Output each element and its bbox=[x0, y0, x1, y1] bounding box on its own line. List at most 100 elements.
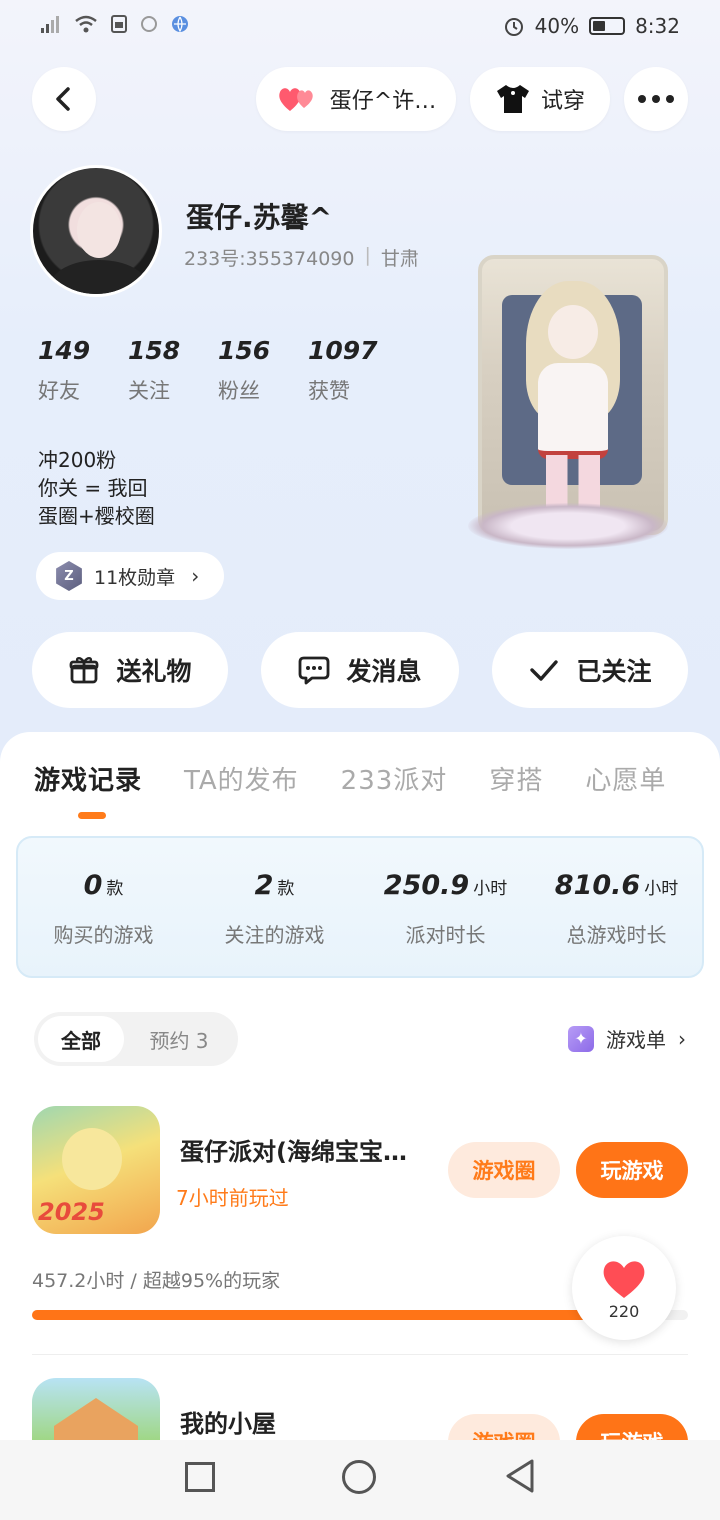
tab-posts[interactable]: TA的发布 bbox=[184, 760, 299, 797]
like-button[interactable]: 220 bbox=[572, 1236, 676, 1340]
stat-label: 关注 bbox=[128, 379, 170, 403]
summary-label: 派对时长 bbox=[405, 923, 486, 947]
double-heart-icon bbox=[279, 88, 313, 111]
summary-label: 总游戏时长 bbox=[566, 923, 667, 947]
summary-label: 关注的游戏 bbox=[224, 923, 325, 947]
chevron-right-icon: › bbox=[678, 1026, 686, 1051]
game-title[interactable]: 我的小屋 bbox=[180, 1404, 450, 1439]
system-navigation-bar bbox=[0, 1440, 720, 1520]
recent-apps-button[interactable] bbox=[185, 1462, 215, 1492]
chevron-left-icon bbox=[56, 87, 70, 111]
summary-label: 购买的游戏 bbox=[53, 923, 154, 947]
medal-icon: Z bbox=[56, 561, 82, 591]
nickname: 蛋仔.苏馨^ bbox=[186, 201, 333, 234]
notification-icon bbox=[141, 16, 157, 32]
stat-value: 156 bbox=[218, 336, 271, 365]
user-region: 甘肃 bbox=[380, 248, 419, 270]
send-message-label: 发消息 bbox=[346, 657, 422, 686]
bio-line: 你关 = 我回 bbox=[38, 476, 148, 500]
summary-value: 250.9 bbox=[383, 870, 470, 901]
avatar-body bbox=[51, 260, 147, 294]
filter-reserve[interactable]: 预约 3 bbox=[124, 1016, 234, 1062]
tab-game-records[interactable]: 游戏记录 bbox=[34, 760, 142, 797]
back-button[interactable] bbox=[32, 67, 96, 131]
followed-button[interactable]: 已关注 bbox=[492, 632, 688, 708]
tab-party[interactable]: 233派对 bbox=[341, 760, 448, 797]
medal-label: 11枚勋章 bbox=[94, 566, 176, 589]
meta-separator: | bbox=[364, 244, 371, 266]
summary-unit: 小时 bbox=[473, 879, 508, 899]
send-gift-button[interactable]: 送礼物 bbox=[32, 632, 228, 708]
summary-total-time[interactable]: 810.6 小时 总游戏时长 bbox=[531, 838, 702, 976]
summary-party-time[interactable]: 250.9 小时 派对时长 bbox=[360, 838, 531, 976]
chevron-right-icon: › bbox=[191, 564, 200, 588]
stat-likes[interactable]: 1097 获赞 bbox=[308, 336, 398, 405]
summary-value: 0 bbox=[83, 870, 103, 901]
user-meta-row: 233号:355374090 | 甘肃 bbox=[184, 244, 419, 271]
summary-unit: 小时 bbox=[644, 879, 679, 899]
chat-bubble-icon bbox=[299, 656, 330, 685]
wifi-icon bbox=[75, 15, 97, 33]
bio-line: 冲200粉 bbox=[38, 448, 117, 472]
divider bbox=[32, 1354, 688, 1355]
stat-label: 粉丝 bbox=[218, 379, 260, 403]
game-last-played: 7小时前玩过 bbox=[176, 1186, 289, 1210]
stat-label: 获赞 bbox=[308, 379, 350, 403]
tab-outfits[interactable]: 穿搭 bbox=[489, 760, 543, 797]
stat-fans[interactable]: 156 粉丝 bbox=[218, 336, 308, 405]
figure-dress bbox=[538, 363, 608, 459]
egg-character-icon bbox=[62, 1128, 122, 1190]
summary-unit: 款 bbox=[106, 879, 124, 899]
shirt-icon bbox=[496, 85, 529, 113]
user-id[interactable]: 233号:355374090 bbox=[184, 244, 354, 271]
browser-icon bbox=[172, 16, 188, 33]
avatar-face bbox=[77, 202, 121, 258]
sparkle-icon: ✦ bbox=[568, 1025, 594, 1052]
stat-value: 158 bbox=[128, 336, 181, 365]
game-list-link[interactable]: ✦ 游戏单 › bbox=[568, 1024, 686, 1053]
game-title[interactable]: 蛋仔派对(海绵宝宝… bbox=[180, 1132, 450, 1167]
stat-label: 好友 bbox=[38, 379, 80, 403]
try-on-label: 试穿 bbox=[540, 89, 585, 114]
figure-face bbox=[548, 305, 598, 359]
tab-wishlist[interactable]: 心愿单 bbox=[585, 760, 666, 797]
play-game-button[interactable]: 玩游戏 bbox=[576, 1142, 688, 1198]
figure-pedestal bbox=[468, 503, 668, 549]
stat-friends[interactable]: 149 好友 bbox=[38, 336, 128, 405]
more-dot-icon bbox=[652, 95, 660, 103]
filter-all[interactable]: 全部 bbox=[38, 1016, 124, 1062]
summary-value: 2 bbox=[254, 870, 274, 901]
back-triangle-icon[interactable] bbox=[504, 1458, 536, 1494]
dress-up-button[interactable]: 蛋仔^许… bbox=[256, 67, 456, 131]
stat-following[interactable]: 158 关注 bbox=[128, 336, 218, 405]
stat-value: 149 bbox=[38, 336, 91, 365]
active-tab-indicator bbox=[78, 812, 106, 819]
clock: 8:32 bbox=[635, 14, 680, 38]
bio-line: 蛋圈+樱校圈 bbox=[38, 504, 155, 528]
status-bar: 40% 8:32 bbox=[0, 0, 720, 56]
dress-up-label: 蛋仔^许… bbox=[329, 89, 437, 114]
playtime-progress-fill bbox=[32, 1310, 656, 1320]
summary-followed-games[interactable]: 2款 关注的游戏 bbox=[189, 838, 360, 976]
battery-percent: 40% bbox=[534, 14, 580, 38]
alarm-icon bbox=[504, 18, 523, 36]
avatar[interactable] bbox=[30, 165, 162, 297]
gift-icon bbox=[70, 657, 99, 684]
game-circle-button[interactable]: 游戏圈 bbox=[448, 1142, 560, 1198]
heart-icon bbox=[603, 1260, 645, 1298]
home-button[interactable] bbox=[342, 1460, 376, 1494]
sim-icon bbox=[111, 15, 127, 33]
signal-icon bbox=[41, 16, 59, 33]
followed-label: 已关注 bbox=[576, 657, 652, 686]
send-gift-label: 送礼物 bbox=[116, 657, 192, 686]
medal-button[interactable]: Z 11枚勋章 › bbox=[36, 552, 224, 600]
send-message-button[interactable]: 发消息 bbox=[261, 632, 459, 708]
try-on-button[interactable]: 试穿 bbox=[470, 67, 610, 131]
game-icon[interactable]: 2025 bbox=[32, 1106, 160, 1234]
character-figure[interactable] bbox=[468, 255, 668, 555]
summary-purchased-games[interactable]: 0款 购买的游戏 bbox=[18, 838, 189, 976]
more-options-button[interactable] bbox=[624, 67, 688, 131]
game-playtime: 457.2小时 / 超越95%的玩家 bbox=[32, 1270, 281, 1292]
game-list-label: 游戏单 bbox=[606, 1028, 666, 1052]
checkmark-icon bbox=[530, 660, 559, 681]
